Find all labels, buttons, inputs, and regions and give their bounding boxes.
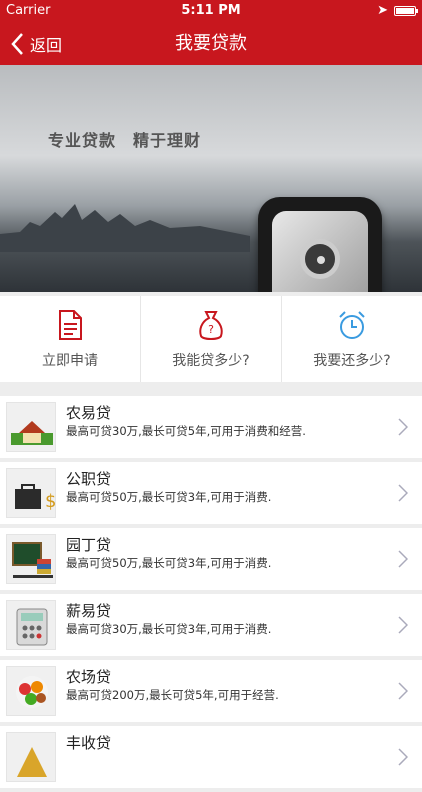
- calculator-icon: [16, 608, 48, 646]
- svg-text:?: ?: [208, 323, 214, 336]
- chevron-right-icon: [398, 616, 408, 634]
- farm-produce-icon: [16, 676, 48, 708]
- list-item[interactable]: 农场贷最高可贷200万,最长可贷5年,可用于经营.: [0, 660, 422, 722]
- loan-amount-label: 我能贷多少?: [172, 353, 250, 369]
- list-item[interactable]: 薪易贷最高可贷30万,最长可贷3年,可用于消费.: [0, 594, 422, 656]
- navigation-bar: 返回 我要贷款: [0, 22, 422, 65]
- product-description: 最高可贷200万,最长可贷5年,可用于经营.: [66, 688, 279, 702]
- product-thumbnail: [6, 600, 56, 650]
- alarm-clock-icon: [339, 311, 365, 339]
- status-time: 5:11 PM: [181, 3, 241, 18]
- chevron-right-icon: [398, 682, 408, 700]
- chevron-right-icon: [398, 748, 408, 766]
- chevron-right-icon: [398, 418, 408, 436]
- apply-now-button[interactable]: 立即申请: [0, 296, 141, 382]
- product-name: 园丁贷: [66, 536, 112, 554]
- banner-tagline: 专业贷款 精于理财: [48, 131, 202, 150]
- svg-text:$: $: [45, 491, 56, 512]
- list-item[interactable]: 园丁贷最高可贷50万,最长可贷3年,可用于消费.: [0, 528, 422, 590]
- product-name: 公职贷: [66, 470, 112, 488]
- chevron-right-icon: [398, 550, 408, 568]
- product-name: 农易贷: [66, 404, 112, 422]
- battery-icon: [394, 5, 418, 16]
- document-icon: [59, 310, 82, 340]
- money-bag-icon: ?: [199, 311, 223, 340]
- repayment-label: 我要还多少?: [313, 353, 391, 369]
- chalkboard-books-icon: [12, 542, 53, 578]
- loan-product-list: 农易贷最高可贷30万,最长可贷5年,可用于消费和经营. $ 公职贷最高可贷50万,最…: [0, 396, 422, 792]
- product-thumbnail: [6, 534, 56, 584]
- product-name: 薪易贷: [66, 602, 112, 620]
- chevron-right-icon: [398, 484, 408, 502]
- product-thumbnail: [6, 732, 56, 782]
- promo-banner[interactable]: 专业贷款 精于理财: [0, 65, 422, 292]
- list-item[interactable]: $ 公职贷最高可贷50万,最长可贷3年,可用于消费.: [0, 462, 422, 524]
- city-skyline-image: [0, 204, 250, 252]
- product-thumbnail: [6, 402, 56, 452]
- location-icon: ➤: [377, 3, 388, 18]
- list-item[interactable]: 农易贷最高可贷30万,最长可贷5年,可用于消费和经营.: [0, 396, 422, 458]
- briefcase-money-icon: $: [15, 484, 56, 512]
- apply-now-label: 立即申请: [42, 353, 98, 369]
- safe-icon: [258, 197, 382, 292]
- product-thumbnail: $: [6, 468, 56, 518]
- product-description: 最高可贷50万,最长可贷3年,可用于消费.: [66, 556, 272, 570]
- product-description: 最高可贷30万,最长可贷3年,可用于消费.: [66, 622, 272, 636]
- product-thumbnail: [6, 666, 56, 716]
- loan-amount-button[interactable]: ? 我能贷多少?: [141, 296, 282, 382]
- harvest-icon: [17, 747, 47, 777]
- list-item[interactable]: 丰收贷: [0, 726, 422, 788]
- status-bar: Carrier 5:11 PM ➤: [0, 0, 422, 22]
- action-bar: 立即申请 ? 我能贷多少? 我要还多少?: [0, 296, 422, 382]
- product-name: 农场贷: [66, 668, 112, 686]
- page-title: 我要贷款: [175, 33, 247, 54]
- farm-house-icon: [11, 421, 53, 445]
- product-description: 最高可贷30万,最长可贷5年,可用于消费和经营.: [66, 424, 306, 438]
- product-description: 最高可贷50万,最长可贷3年,可用于消费.: [66, 490, 272, 504]
- repayment-button[interactable]: 我要还多少?: [282, 296, 422, 382]
